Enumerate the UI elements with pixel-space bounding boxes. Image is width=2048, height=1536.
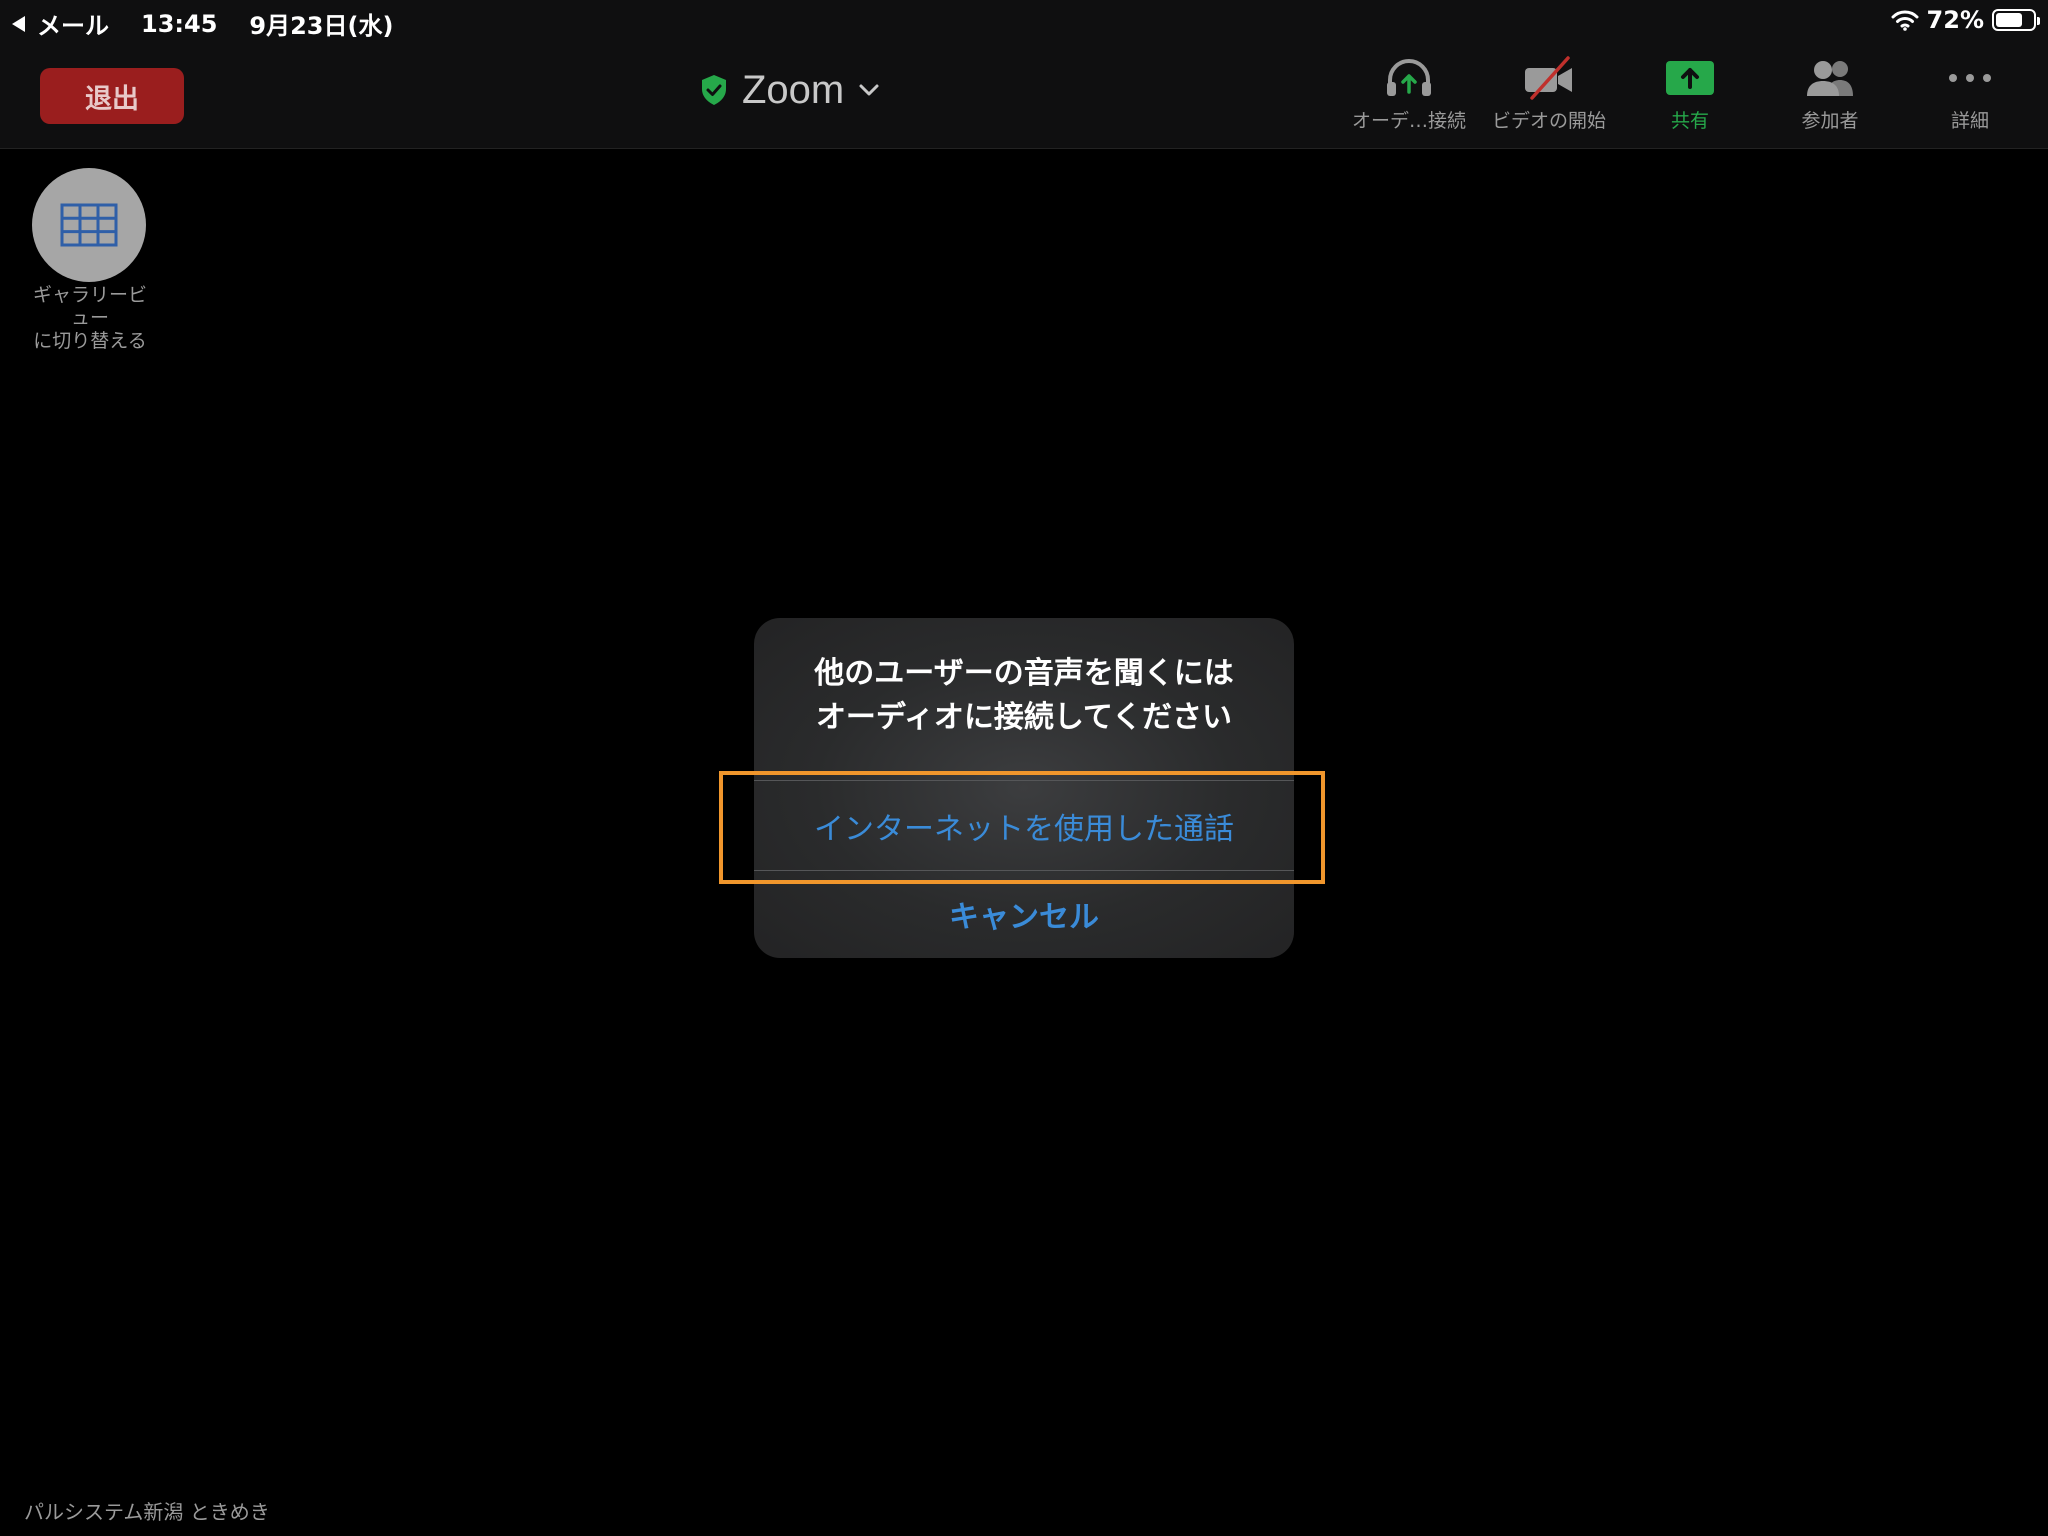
meeting-title[interactable]: Zoom	[700, 60, 880, 120]
highlight-annotation	[719, 771, 1325, 884]
video-off-icon	[1525, 56, 1572, 100]
more-label: 詳細	[1950, 110, 1989, 132]
meeting-toolbar: 退出 Zoom オーデ…接続 ビデオの開始 共有 参加者 詳細	[0, 40, 2048, 149]
participant-name: パルシステム新潟 ときめき	[24, 1500, 270, 1524]
status-time: 13:45	[141, 9, 218, 38]
dialog-message: 他のユーザーの音声を聞くには オーディオに接続してください	[754, 652, 1294, 740]
dialog-message-line1: 他のユーザーの音声を聞くには	[814, 656, 1234, 691]
status-left: メール 13:45 9月23日(水)	[12, 6, 393, 41]
zoom-meeting-screen: メール 13:45 9月23日(水) 72% 退出 Zoom オーデ…接続 ビデ…	[0, 0, 2048, 1536]
share-label: 共有	[1670, 110, 1709, 132]
start-video-button[interactable]: ビデオの開始	[1479, 56, 1619, 136]
wifi-icon	[1891, 10, 1919, 31]
shield-check-icon	[702, 75, 726, 105]
share-icon	[1666, 61, 1714, 95]
status-right: 72%	[1891, 6, 2040, 34]
chevron-down-icon	[859, 84, 879, 96]
grid-icon	[60, 203, 118, 247]
join-audio-label: オーデ…接続	[1351, 110, 1466, 132]
more-button[interactable]: 詳細	[1900, 56, 2040, 136]
battery-icon	[1992, 9, 2040, 31]
back-arrow-icon[interactable]	[12, 15, 25, 32]
participants-icon	[1807, 61, 1853, 96]
status-date: 9月23日(水)	[249, 12, 394, 40]
share-button[interactable]: 共有	[1620, 56, 1760, 136]
cancel-button[interactable]: キャンセル	[754, 872, 1294, 956]
meeting-title-text: Zoom	[742, 67, 845, 112]
headphones-icon	[1387, 59, 1431, 96]
dialog-message-line2: オーディオに接続してください	[815, 700, 1233, 735]
more-icon	[1949, 74, 1991, 82]
back-app-label[interactable]: メール	[37, 6, 109, 41]
join-audio-button[interactable]: オーデ…接続	[1339, 56, 1479, 136]
battery-fill	[1996, 13, 2022, 27]
leave-button[interactable]: 退出	[40, 68, 184, 124]
status-bar: メール 13:45 9月23日(水) 72%	[0, 0, 2048, 40]
gallery-view-button[interactable]	[32, 168, 146, 282]
participants-label: 参加者	[1801, 110, 1859, 132]
battery-percent: 72%	[1926, 6, 1984, 34]
participants-button[interactable]: 参加者	[1760, 56, 1900, 136]
gallery-view-label: ギャラリービ ュー に切り替える	[32, 284, 147, 352]
start-video-label: ビデオの開始	[1491, 110, 1606, 132]
